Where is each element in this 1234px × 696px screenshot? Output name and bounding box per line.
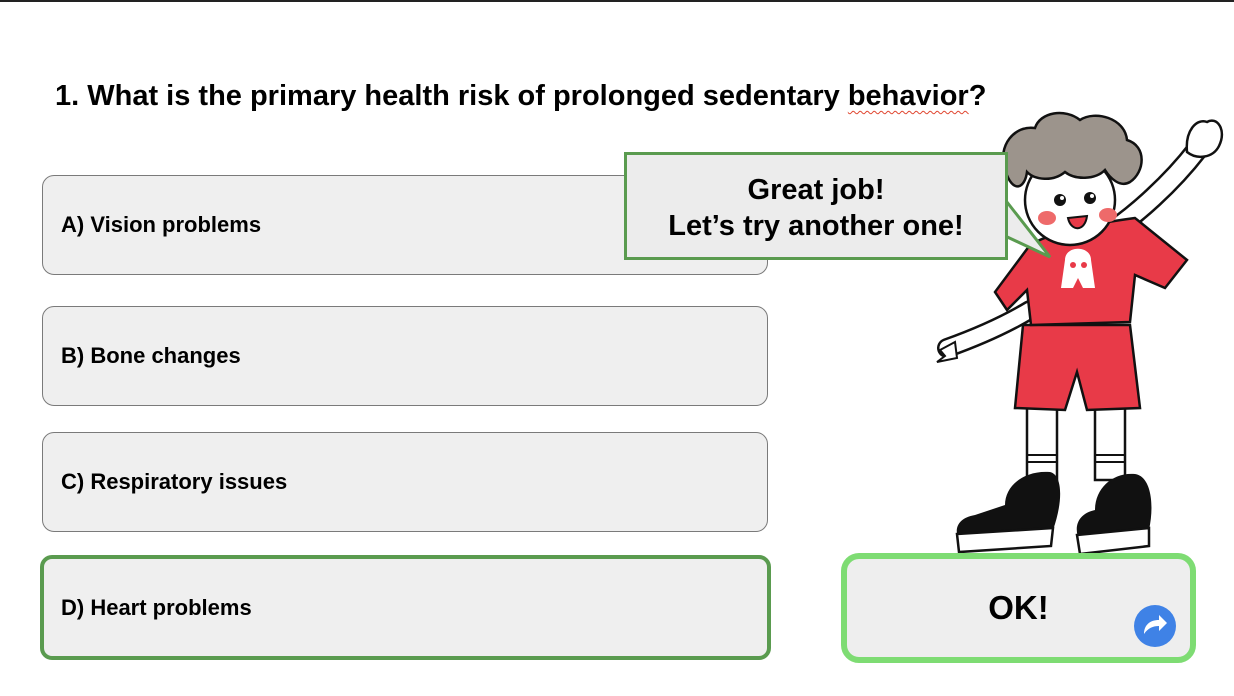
ok-button[interactable]: OK! <box>841 553 1196 663</box>
option-d-selected[interactable]: D) Heart problems <box>40 555 771 660</box>
spellcheck-flagged-word: behavior <box>847 80 969 112</box>
option-c[interactable]: C) Respiratory issues <box>42 432 768 532</box>
option-b[interactable]: B) Bone changes <box>42 306 768 406</box>
feedback-speech-bubble: Great job! Let’s try another one! <box>624 152 1008 260</box>
option-c-label: C) Respiratory issues <box>61 469 288 494</box>
option-b-label: B) Bone changes <box>61 343 241 368</box>
feedback-line-2: Let’s try another one! <box>668 210 964 242</box>
redo-arrow-icon[interactable] <box>1134 605 1176 647</box>
option-d-label: D) Heart problems <box>61 594 252 620</box>
option-a-label: A) Vision problems <box>61 212 262 237</box>
question-text-end: ? <box>968 80 987 112</box>
top-border <box>0 0 1234 2</box>
redo-arrow-glyph <box>1144 615 1167 634</box>
question-text-part: 1. What is the primary health risk of pr… <box>55 80 848 112</box>
question-text: 1. What is the primary health risk of pr… <box>55 80 986 113</box>
feedback-line-1: Great job! <box>747 174 885 206</box>
